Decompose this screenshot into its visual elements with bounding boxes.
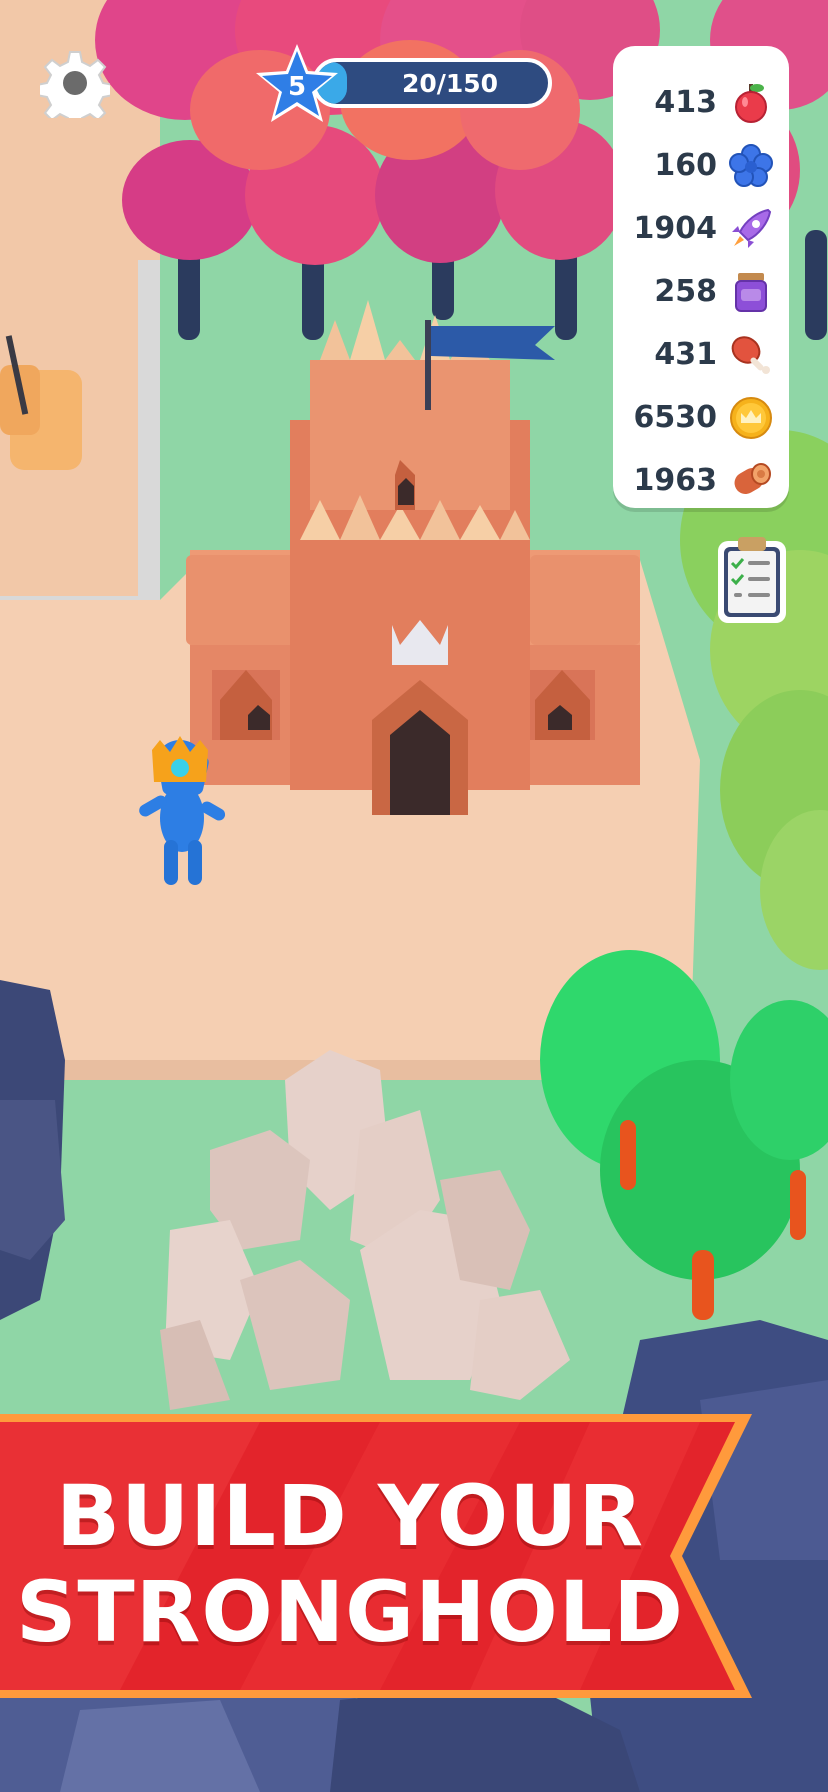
resource-row: 1963 — [613, 450, 789, 510]
resource-apple-count: 413 — [654, 84, 717, 120]
jam-jar-icon — [735, 273, 767, 312]
apple-icon — [735, 84, 767, 123]
level-number: 5 — [287, 72, 307, 102]
crown-coin-icon — [730, 397, 772, 439]
blue-flower-icon — [729, 144, 773, 187]
rocket-icon — [732, 208, 772, 248]
resource-jam-count: 258 — [654, 273, 717, 309]
resource-coin-count: 6530 — [633, 399, 718, 435]
resource-row: 413 — [613, 72, 789, 132]
xp-bar: 20/150 — [312, 58, 552, 108]
resource-row: 6530 — [613, 387, 789, 447]
resource-row: 431 — [613, 324, 789, 384]
banner-title-line1: BUILD YOUR — [55, 1467, 645, 1565]
quest-log-button[interactable] — [716, 533, 788, 625]
resource-flower-count: 160 — [654, 147, 717, 183]
resource-panel: 413 160 1904 258 431 6530 1963 — [613, 46, 789, 508]
resource-meat-count: 431 — [654, 336, 717, 372]
resource-rocket-count: 1904 — [633, 210, 718, 246]
resource-row: 160 — [613, 135, 789, 195]
settings-button[interactable] — [36, 48, 114, 129]
clipboard-icon — [718, 537, 786, 623]
xp-text: 20/150 — [401, 68, 499, 98]
banner-title-line2: STRONGHOLD — [15, 1563, 685, 1661]
resource-row: 1904 — [613, 198, 789, 258]
meat-leg-icon — [731, 336, 770, 374]
gear-icon — [36, 51, 114, 129]
level-progress: 20/150 5 — [252, 40, 562, 130]
wood-log-icon — [734, 463, 771, 494]
resource-row: 258 — [613, 261, 789, 321]
resource-wood-count: 1963 — [633, 462, 718, 498]
